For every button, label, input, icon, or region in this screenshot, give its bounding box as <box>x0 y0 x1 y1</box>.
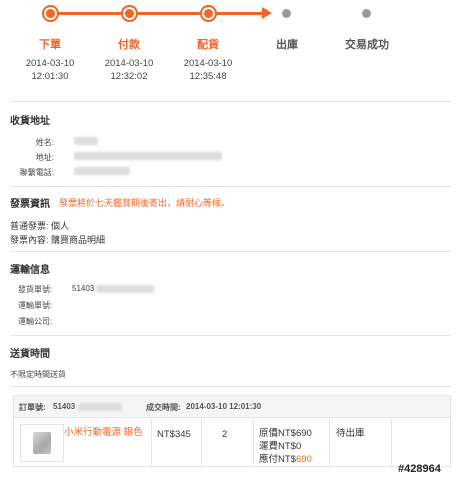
divider <box>10 386 451 387</box>
step-date: 2014-03-10 <box>25 58 75 69</box>
divider <box>10 251 451 252</box>
payable-amount: 應付NT$690 <box>259 451 312 465</box>
invoice-content: 發票內容: 購買商品明細 <box>10 235 106 245</box>
order-number: 51403 <box>53 402 76 411</box>
progress-track <box>50 12 266 15</box>
payable-value: 690 <box>295 454 312 465</box>
step-date: 2014-03-10 <box>183 58 233 69</box>
power-bank-image <box>33 432 51 454</box>
phone-label: 聯繫電話: <box>19 168 54 177</box>
unit-price: NT$345 <box>157 429 191 440</box>
step-label: 配貨 <box>197 39 219 51</box>
invoice-notice: 發票將於七天鑑賞期後寄出，請耐心等候。 <box>59 198 231 208</box>
tracking-number: 51403 <box>72 284 95 293</box>
quantity: 2 <box>222 429 228 440</box>
deal-time-label: 成交時間: <box>146 403 181 412</box>
address-title: 收貨地址 <box>10 116 50 127</box>
deal-time: 2014-03-10 12:01:30 <box>186 402 262 411</box>
step-time: 12:32:02 <box>110 71 148 82</box>
order-header: 訂單號: 51403 成交時間: 2014-03-10 12:01:30 <box>14 396 450 418</box>
name-value-redacted <box>74 137 98 145</box>
payable-label: 應付NT$ <box>259 454 296 465</box>
column-separator <box>329 419 330 467</box>
step-pending-dot-icon <box>362 9 371 18</box>
progress-arrow-icon <box>262 7 272 19</box>
watermark: #428964 <box>398 463 441 475</box>
address-value-redacted <box>74 152 222 160</box>
name-label: 姓名: <box>35 138 54 147</box>
step-timestamp: 2014-03-10 12:01:30 <box>5 57 95 83</box>
step-date: 2014-03-10 <box>104 58 154 69</box>
step-timestamp: 2014-03-10 12:32:02 <box>84 57 174 83</box>
tracking-label: 發貨單號: <box>18 285 53 294</box>
divider <box>10 101 451 102</box>
delivery-title: 送貨時間 <box>10 349 50 360</box>
step-label: 交易成功 <box>345 39 389 51</box>
step-pending-dot-icon <box>282 9 291 18</box>
waybill-label: 運輸單號: <box>18 301 53 310</box>
address-label: 地址: <box>35 153 54 162</box>
order-table: 訂單號: 51403 成交時間: 2014-03-10 12:01:30 小米行… <box>13 395 451 467</box>
divider <box>10 186 451 187</box>
order-number-label: 訂單號: <box>19 403 46 412</box>
divider <box>10 335 451 336</box>
step-label: 付款 <box>118 39 140 51</box>
phone-value-redacted <box>74 167 130 175</box>
order-number-redacted <box>78 403 122 411</box>
order-progress: 下單 付款 配貨 出庫 交易成功 2014-03-10 12:01:30 201… <box>0 0 456 100</box>
step-time: 12:35:48 <box>189 71 227 82</box>
product-name-link[interactable]: 小米行動電源 銀色 <box>64 426 154 439</box>
step-timestamp: 2014-03-10 12:35:48 <box>163 57 253 83</box>
original-price: 原價NT$690 <box>259 428 312 439</box>
delivery-value: 不限定時間送貨 <box>10 370 66 379</box>
order-status: 待出庫 <box>336 428 365 439</box>
tracking-number-redacted <box>96 285 154 293</box>
step-label: 出庫 <box>276 39 298 51</box>
invoice-type: 普通發票: 個人 <box>10 221 70 231</box>
step-label: 下單 <box>39 39 61 51</box>
shipping-fee: 運費NT$0 <box>259 441 302 452</box>
column-separator <box>391 419 392 467</box>
shipping-title: 運輸信息 <box>10 265 50 276</box>
column-separator <box>201 419 202 467</box>
step-done-dot-icon <box>42 5 59 22</box>
product-thumbnail[interactable] <box>20 424 64 462</box>
step-time: 12:01:30 <box>31 71 69 82</box>
column-separator <box>151 419 152 467</box>
column-separator <box>253 419 254 467</box>
invoice-title: 發票資訊 <box>10 199 50 210</box>
carrier-label: 運輸公司: <box>18 317 53 326</box>
step-done-dot-icon <box>200 5 217 22</box>
step-done-dot-icon <box>121 5 138 22</box>
